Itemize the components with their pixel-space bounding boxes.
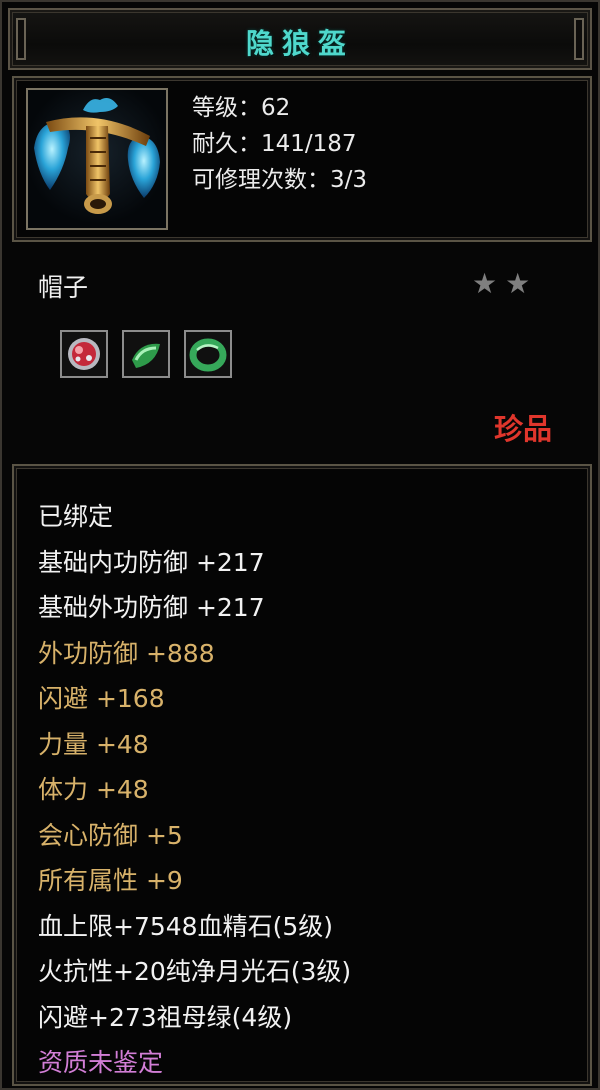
item-icon-frame[interactable]	[26, 88, 168, 230]
attribute-line: 基础内功防御 +217	[38, 547, 265, 577]
green-gem-icon	[132, 343, 160, 368]
attribute-line: 基础外功防御 +217	[38, 593, 265, 622]
jade-ring-icon	[189, 338, 227, 372]
item-level: 等级：62	[192, 95, 291, 121]
gem-slot-2[interactable]	[122, 330, 170, 378]
item-type: 帽子	[38, 273, 89, 302]
gem-slot-1[interactable]	[60, 330, 108, 378]
star-rating: ★ ★	[472, 268, 530, 300]
gem-slots	[60, 330, 232, 378]
item-header: 等级：62 耐久：141/187 可修理次数：3/3	[12, 76, 592, 242]
attribute-line: 闪避 +168	[38, 684, 165, 713]
item-stats: 等级：62 耐久：141/187 可修理次数：3/3	[192, 90, 367, 198]
item-durability: 耐久：141/187	[192, 131, 357, 157]
item-name: 隐狼盔	[245, 27, 354, 60]
attribute-line: 已绑定	[38, 502, 114, 531]
attribute-line: 资质未鉴定	[38, 1048, 164, 1077]
attribute-line: 闪避+273祖母绿(4级)	[38, 1002, 293, 1032]
helmet-icon	[34, 98, 160, 214]
item-repair-count: 可修理次数：3/3	[192, 167, 368, 193]
attribute-line: 外功防御 +888	[38, 638, 215, 668]
attribute-line: 所有属性 +9	[38, 866, 183, 895]
star-icon: ★	[505, 267, 531, 300]
red-gem-icon	[68, 338, 100, 370]
attribute-line: 力量 +48	[38, 729, 149, 759]
attribute-line: 体力 +48	[38, 775, 149, 804]
rarity-label: 珍品	[494, 412, 553, 446]
star-icon: ★	[472, 267, 498, 300]
attribute-line: 血上限+7548血精石(5级)	[38, 911, 333, 941]
gem-slot-3[interactable]	[184, 330, 232, 378]
attributes-panel: 已绑定基础内功防御 +217 基础外功防御 +217 外功防御 +888 闪避 +16…	[12, 464, 592, 1086]
item-tooltip: 隐狼盔 等级：62 耐久：141/187 可修理次数：3/3 帽子 ★ ★ 珍品…	[0, 0, 600, 1090]
title-bar: 隐狼盔	[8, 8, 592, 70]
attribute-line: 火抗性+20纯净月光石(3级)	[38, 957, 352, 986]
attribute-line: 会心防御 +5	[38, 820, 183, 850]
